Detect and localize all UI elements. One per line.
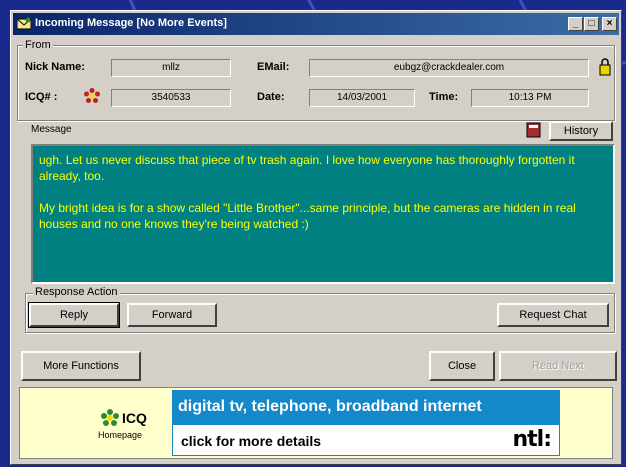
icq-mail-icon (17, 17, 31, 30)
nick-name-field[interactable]: mllz (111, 59, 231, 77)
ad-banner[interactable]: ICQ Homepage digital tv, telephone, broa… (19, 387, 613, 459)
email-label: EMail: (257, 61, 290, 73)
date-field[interactable]: 14/03/2001 (309, 89, 415, 107)
forward-button[interactable]: Forward (127, 303, 217, 327)
close-window-button[interactable]: × (602, 17, 617, 31)
message-paragraph-2: My bright idea is for a show called "Lit… (39, 201, 576, 231)
icq-logo-text: ICQ (122, 410, 147, 426)
ad-cta-text: click for more details (181, 433, 322, 449)
from-group (17, 45, 615, 121)
history-button[interactable]: History (549, 121, 613, 141)
from-group-label: From (23, 39, 53, 51)
icq-number-field[interactable]: 3540533 (111, 89, 231, 107)
minimize-button[interactable]: _ (568, 17, 583, 31)
book-icon[interactable] (525, 121, 543, 139)
message-body[interactable]: ugh. Let us never discuss that piece of … (31, 144, 615, 284)
message-paragraph-1: ugh. Let us never discuss that piece of … (39, 153, 575, 183)
icq-number-label: ICQ# : (25, 91, 58, 103)
icq-logo-subtext: Homepage (98, 430, 143, 440)
read-next-button[interactable]: Read Next (499, 351, 617, 381)
ad-headline[interactable]: digital tv, telephone, broadband interne… (172, 390, 560, 424)
icq-flower-icon[interactable] (83, 87, 101, 105)
close-button[interactable]: Close (429, 351, 495, 381)
icq-homepage-logo-icon (101, 409, 119, 426)
date-label: Date: (257, 91, 285, 103)
request-chat-button[interactable]: Request Chat (497, 303, 609, 327)
reply-button[interactable]: Reply (28, 302, 120, 328)
incoming-message-window: Incoming Message [No More Events] _ □ × … (10, 10, 622, 465)
lock-icon[interactable] (599, 58, 611, 76)
maximize-button[interactable]: □ (584, 17, 599, 31)
title-bar[interactable]: Incoming Message [No More Events] _ □ × (13, 13, 619, 35)
window-title: Incoming Message [No More Events] (35, 17, 227, 29)
more-functions-button[interactable]: More Functions (21, 351, 141, 381)
time-field[interactable]: 10:13 PM (471, 89, 589, 107)
message-label: Message (31, 124, 72, 135)
time-label: Time: (429, 91, 459, 103)
response-action-label: Response Action (33, 286, 120, 298)
ad-cta-bar[interactable]: click for more details ntl: (172, 424, 560, 456)
nick-name-label: Nick Name: (25, 61, 85, 73)
email-field[interactable]: eubgz@crackdealer.com (309, 59, 589, 77)
ntl-logo: ntl: (512, 427, 552, 452)
